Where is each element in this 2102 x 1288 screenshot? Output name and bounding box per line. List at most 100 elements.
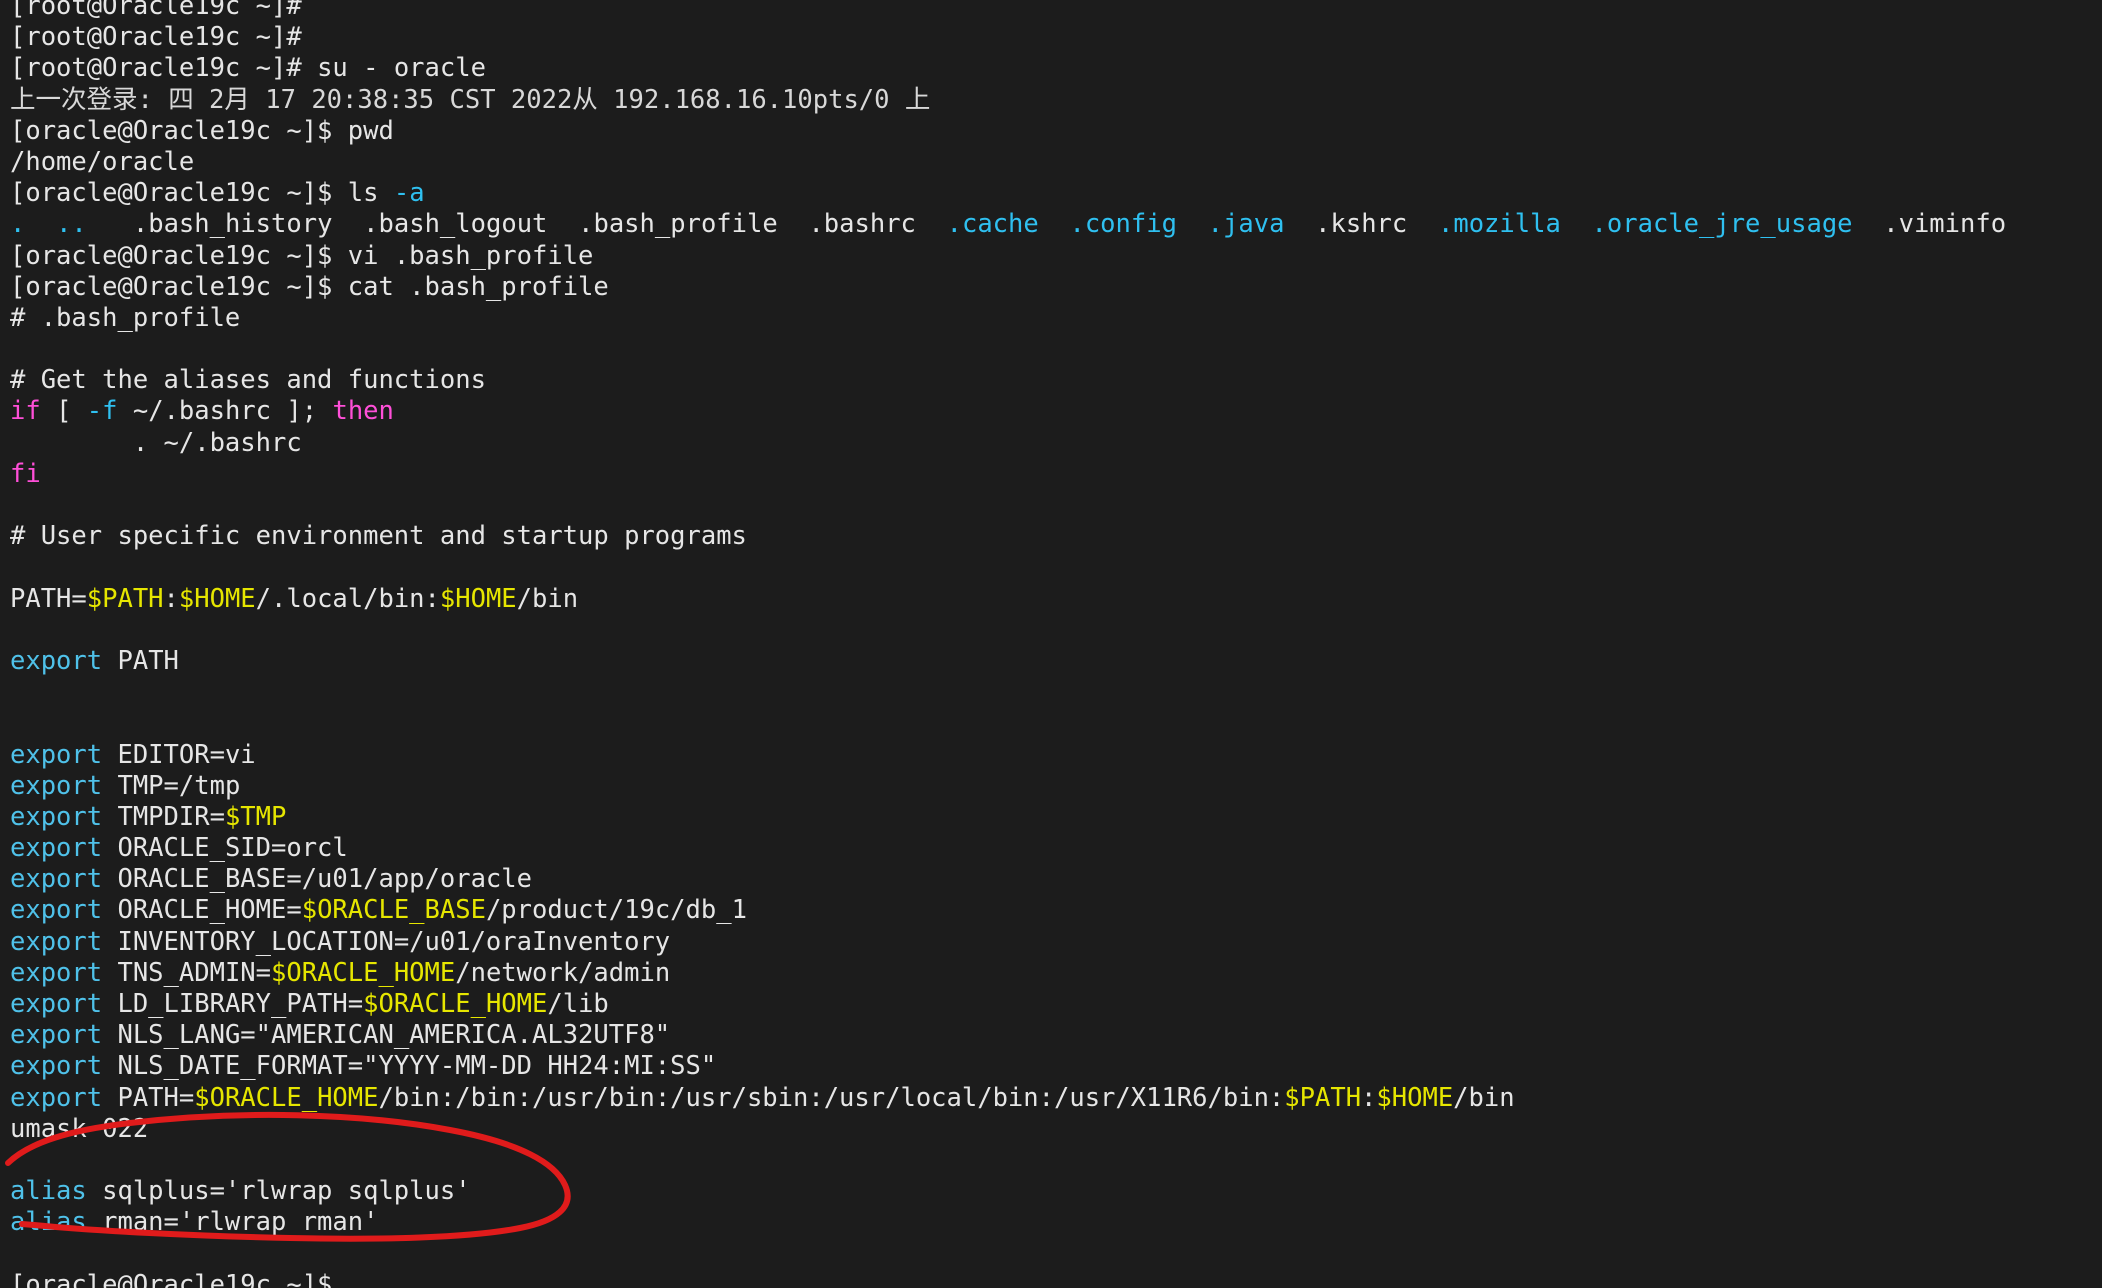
shell-variable: $ORACLE_HOME bbox=[363, 989, 548, 1019]
command-vi: vi .bash_profile bbox=[347, 240, 594, 271]
keyword-fi: fi bbox=[10, 458, 41, 489]
file-alias-sqlplus: alias sqlplus='rlwrap sqlplus' bbox=[10, 1176, 2102, 1207]
prompt-root: [root@Oracle19c ~]# bbox=[10, 0, 302, 21]
terminal-line-ls: [oracle@Oracle19c ~]$ ls -a bbox=[10, 178, 2102, 209]
export-text: ORACLE_SID=orcl bbox=[102, 833, 348, 864]
keyword-export: export bbox=[10, 989, 103, 1019]
ls-entry: .. bbox=[56, 209, 87, 240]
prompt-oracle: [oracle@Oracle19c ~]$ bbox=[10, 178, 333, 209]
ls-entry: . bbox=[10, 209, 26, 240]
terminal-line-prompt-clipped: [root@Oracle19c ~]# bbox=[10, 0, 2102, 22]
keyword-export: export bbox=[10, 801, 103, 832]
ls-entry: .bash_history bbox=[132, 209, 333, 240]
file-export-line: export NLS_LANG="AMERICAN_AMERICA.AL32UT… bbox=[10, 1020, 2102, 1051]
prompt-oracle: [oracle@Oracle19c ~]$ bbox=[10, 115, 333, 146]
terminal-window[interactable]: [root@Oracle19c ~]# [root@Oracle19c ~]# … bbox=[0, 0, 2102, 1288]
keyword-export: export bbox=[10, 770, 103, 801]
shell-variable: $ORACLE_BASE bbox=[301, 895, 486, 926]
export-arg-path: PATH bbox=[117, 645, 179, 676]
terminal-line-vi: [oracle@Oracle19c ~]$ vi .bash_profile bbox=[10, 241, 2102, 272]
ls-entry: .java bbox=[1207, 209, 1285, 240]
file-export-line: export LD_LIBRARY_PATH=$ORACLE_HOME/lib bbox=[10, 989, 2102, 1020]
terminal-line-pwd-output: /home/oracle bbox=[10, 147, 2102, 178]
export-text: : bbox=[1361, 1082, 1377, 1113]
terminal-screen: [root@Oracle19c ~]# [root@Oracle19c ~]# … bbox=[10, 0, 2102, 1288]
terminal-line-prompt: [root@Oracle19c ~]# bbox=[10, 22, 2102, 53]
export-text: /network/admin bbox=[455, 957, 671, 988]
file-export-line: export TNS_ADMIN=$ORACLE_HOME/network/ad… bbox=[10, 958, 2102, 989]
prompt-root: [root@Oracle19c ~]# bbox=[10, 22, 302, 53]
file-export-line: export INVENTORY_LOCATION=/u01/oraInvent… bbox=[10, 927, 2102, 958]
export-text: PATH= bbox=[102, 1082, 195, 1113]
command-ls-flag: -a bbox=[393, 178, 425, 209]
export-text: /product/19c/db_1 bbox=[485, 895, 747, 926]
command-ls: ls bbox=[347, 178, 379, 209]
keyword-alias: alias bbox=[10, 1207, 87, 1238]
prompt-oracle: [oracle@Oracle19c ~]$ bbox=[10, 240, 333, 271]
ls-entry: .viminfo bbox=[1883, 209, 2007, 240]
keyword-export: export bbox=[10, 864, 103, 895]
pwd-output: /home/oracle bbox=[10, 146, 195, 177]
keyword-export: export bbox=[10, 1082, 103, 1113]
var-home: $HOME bbox=[178, 583, 256, 614]
prompt-oracle: [oracle@Oracle19c ~]$ bbox=[10, 1269, 333, 1288]
file-export-line: export PATH=$ORACLE_HOME/bin:/bin:/usr/b… bbox=[10, 1083, 2102, 1114]
export-text: ORACLE_BASE=/u01/app/oracle bbox=[102, 864, 532, 895]
file-if-statement: if [ -f ~/.bashrc ]; then bbox=[10, 396, 394, 427]
ls-entry: .cache bbox=[946, 209, 1039, 240]
file-exports-block: export EDITOR=vi export TMP=/tmp export TM… bbox=[10, 740, 2102, 1114]
ls-entry: .bash_logout bbox=[363, 209, 548, 240]
shell-variable: $HOME bbox=[1376, 1082, 1454, 1113]
keyword-export: export bbox=[10, 645, 103, 676]
keyword-if: if bbox=[10, 396, 41, 427]
export-text: TMP=/tmp bbox=[102, 770, 241, 801]
file-fi-statement: fi bbox=[10, 459, 2102, 490]
terminal-line-cat: [oracle@Oracle19c ~]$ cat .bash_profile bbox=[10, 272, 2102, 303]
terminal-line-final-prompt: [oracle@Oracle19c ~]$ bbox=[10, 1270, 2102, 1288]
export-text: TMPDIR= bbox=[102, 801, 225, 832]
file-path-assignment: PATH=$PATH:$HOME/.local/bin:$HOME/bin bbox=[10, 583, 579, 614]
terminal-line-ls-output: . .. .bash_history .bash_logout .bash_pr… bbox=[10, 209, 2102, 240]
export-text: ORACLE_HOME= bbox=[102, 895, 302, 926]
file-export-line: export ORACLE_HOME=$ORACLE_BASE/product/… bbox=[10, 895, 2102, 926]
export-text: NLS_DATE_FORMAT="YYYY-MM-DD HH24:MI:SS" bbox=[102, 1051, 717, 1082]
file-export-line: export TMP=/tmp bbox=[10, 771, 2102, 802]
prompt-oracle: [oracle@Oracle19c ~]$ bbox=[10, 271, 333, 302]
ls-entry: .mozilla bbox=[1437, 209, 1561, 240]
export-text: NLS_LANG="AMERICAN_AMERICA.AL32UTF8" bbox=[102, 1020, 671, 1051]
command-cat: cat .bash_profile bbox=[347, 271, 609, 302]
var-home: $HOME bbox=[439, 583, 517, 614]
shell-variable: $ORACLE_HOME bbox=[194, 1082, 379, 1113]
export-text: EDITOR=vi bbox=[102, 739, 256, 770]
file-alias-rman: alias rman='rlwrap rman' bbox=[10, 1207, 2102, 1238]
export-text: TNS_ADMIN= bbox=[102, 957, 272, 988]
keyword-then: then bbox=[332, 396, 394, 427]
export-text: /bin:/bin:/usr/bin:/usr/sbin:/usr/local/… bbox=[378, 1082, 1285, 1113]
file-export-line: export NLS_DATE_FORMAT="YYYY-MM-DD HH24:… bbox=[10, 1051, 2102, 1082]
file-comment-title: # .bash_profile bbox=[10, 302, 241, 333]
terminal-line-last-login: 上一次登录: 四 2月 17 20:38:35 CST 2022从 192.16… bbox=[10, 85, 2102, 116]
shell-variable: $PATH bbox=[1284, 1082, 1362, 1113]
file-comment-aliases: # Get the aliases and functions bbox=[10, 365, 486, 396]
file-umask: umask 022 bbox=[10, 1113, 149, 1144]
ls-entry: .bash_profile bbox=[578, 209, 778, 240]
keyword-export: export bbox=[10, 1020, 103, 1051]
export-text: LD_LIBRARY_PATH= bbox=[102, 989, 364, 1019]
